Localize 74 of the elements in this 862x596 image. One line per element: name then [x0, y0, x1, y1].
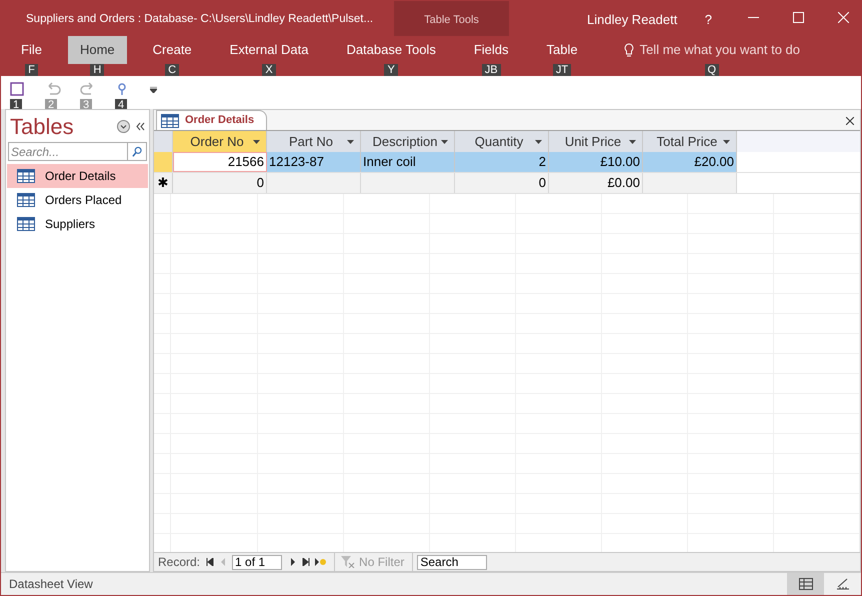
table-icon: [161, 114, 179, 128]
table-cell: £20.00: [643, 152, 737, 172]
table-cell: 0: [173, 173, 267, 193]
dropdown-icon[interactable]: [253, 140, 260, 144]
maximize-icon[interactable]: [793, 12, 804, 23]
column-header[interactable]: Part No: [267, 131, 361, 152]
tell-me-text[interactable]: Tell me what you want to do: [640, 40, 800, 60]
table-icon: [798, 578, 812, 590]
table-icon: [17, 217, 35, 231]
dropdown-icon[interactable]: [117, 120, 130, 132]
minimize-icon[interactable]: [748, 17, 760, 19]
search-field[interactable]: Search: [417, 554, 488, 570]
datasheet-view-button[interactable]: [787, 573, 824, 595]
dropdown-icon[interactable]: [629, 140, 636, 144]
close-icon[interactable]: [846, 117, 854, 125]
column-header[interactable]: Quantity: [455, 131, 549, 152]
ribbon-tab[interactable]: Table: [534, 36, 590, 64]
new-record-marker: ✱: [158, 174, 168, 192]
help-button[interactable]: ?: [702, 1, 714, 36]
table-cell: 0: [455, 173, 549, 193]
ribbon-tab[interactable]: File: [9, 36, 54, 64]
keytip: JB: [482, 64, 501, 76]
user-name: Lindley Readett: [587, 11, 678, 29]
ribbon-tab[interactable]: Fields: [462, 36, 520, 64]
table-cell: 21566: [173, 152, 267, 172]
ribbon-tab[interactable]: Home: [68, 36, 127, 64]
dropdown-icon[interactable]: [535, 140, 542, 144]
table-cell: 12123-87: [267, 152, 361, 172]
next-record-icon[interactable]: [290, 558, 296, 566]
record-label: Record:: [158, 554, 200, 571]
collapse-icon[interactable]: [136, 122, 145, 130]
status-text: Datasheet View: [8, 576, 93, 593]
record-position-field[interactable]: 1 of 1: [232, 554, 282, 570]
keytip: C: [165, 64, 180, 76]
filter-icon: [341, 556, 356, 568]
save-icon[interactable]: [10, 82, 24, 96]
ruler-icon: [836, 578, 850, 590]
nav-item[interactable]: Orders Placed: [7, 188, 148, 212]
dropdown-icon[interactable]: [347, 140, 354, 144]
keytip: JT: [552, 64, 572, 76]
table-cell: £10.00: [549, 152, 643, 172]
window-title: Suppliers and Orders : Database- C:\Users\Lindley Readett\Pulset...: [25, 12, 374, 27]
table-icon: [17, 193, 35, 207]
new-record-icon[interactable]: [314, 558, 326, 566]
nav-item[interactable]: Order Details: [7, 164, 148, 188]
column-header[interactable]: Total Price: [643, 131, 737, 152]
keytip: Q: [704, 64, 720, 76]
search-icon[interactable]: [128, 142, 147, 161]
pane-title: Tables: [10, 112, 74, 140]
ribbon-tab[interactable]: External Data: [218, 36, 320, 64]
column-header[interactable]: Order No: [173, 131, 267, 152]
keytip: X: [262, 64, 276, 76]
last-record-icon[interactable]: [302, 558, 310, 566]
table-icon: [17, 169, 35, 183]
table-cell: 2: [455, 152, 549, 172]
column-header[interactable]: Description: [361, 131, 455, 152]
customize-icon[interactable]: [150, 87, 157, 93]
document-tab[interactable]: Order Details: [156, 110, 268, 130]
ribbon-tab[interactable]: Create: [140, 36, 204, 64]
column-header[interactable]: Unit Price: [549, 131, 643, 152]
dropdown-icon[interactable]: [441, 140, 448, 144]
row-selector[interactable]: ✱: [154, 173, 173, 193]
first-record-icon[interactable]: [206, 558, 214, 566]
keytip: H: [90, 64, 104, 76]
ribbon-tab[interactable]: Database Tools: [334, 36, 448, 64]
keytip: Y: [384, 64, 398, 76]
lightbulb-icon: [624, 43, 634, 57]
table-cell: Inner coil: [361, 152, 455, 172]
table-cell: £0.00: [549, 173, 643, 193]
dropdown-icon[interactable]: [723, 140, 730, 144]
keytip: F: [25, 64, 38, 76]
search-field[interactable]: Search...: [8, 142, 128, 161]
nav-item[interactable]: Suppliers: [7, 212, 148, 236]
context-label: Table Tools: [394, 1, 509, 36]
